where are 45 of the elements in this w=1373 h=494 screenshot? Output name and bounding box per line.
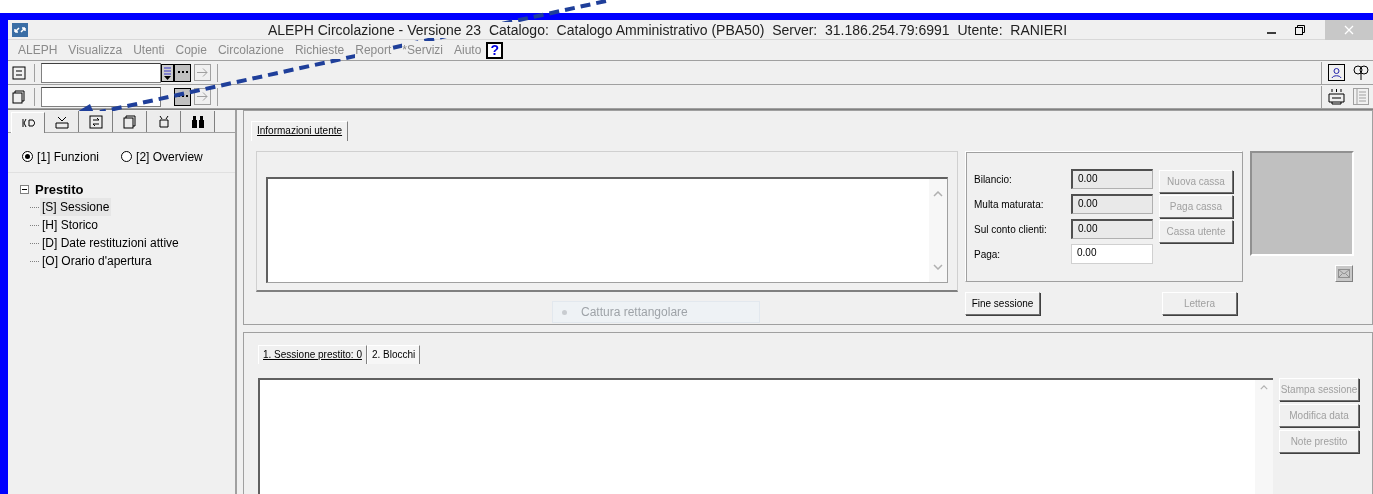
- user-card-icon[interactable]: [1328, 64, 1345, 81]
- printer-icon[interactable]: [1328, 88, 1345, 105]
- panel-tab[interactable]: 1. Sessione prestito: 0: [258, 345, 367, 364]
- tree-item[interactable]: [O] Orario d'apertura: [40, 252, 154, 270]
- search-field[interactable]: [41, 62, 161, 83]
- amount-field: 0.00: [1071, 194, 1153, 214]
- help-button[interactable]: ?: [486, 41, 504, 59]
- search-field[interactable]: [41, 86, 161, 107]
- field-label: Sul conto clienti:: [974, 222, 1048, 237]
- binoculars-icon: [190, 114, 205, 129]
- radio-button[interactable]: [22, 151, 33, 162]
- envelope-icon: [1338, 269, 1350, 278]
- close-button[interactable]: [1325, 19, 1373, 40]
- tree-item[interactable]: Prestito: [35, 179, 84, 200]
- amount-field[interactable]: 0.00: [1071, 244, 1153, 264]
- arrows-icon: [21, 116, 35, 130]
- expander-icon[interactable]: [20, 185, 29, 194]
- field-label: Multa maturata:: [974, 197, 1045, 212]
- browse-button[interactable]: [174, 63, 191, 82]
- panel-tab[interactable]: Informazioni utente: [251, 121, 349, 141]
- amount-field: 0.00: [1071, 219, 1153, 239]
- ellipsis-icon: [177, 71, 188, 74]
- radio-label: [2] Overview: [136, 148, 203, 166]
- window-title: ALEPH Circolazione - Versione 23 Catalogo: Catalogo Amministrativo (PBA50) Server: 31.186.254.79:6991 Utente: RANIERI: [266, 20, 1069, 40]
- pages-icon: [122, 114, 137, 129]
- tree-item[interactable]: [H] Storico: [40, 216, 100, 234]
- capture-label: Cattura rettangolare: [580, 304, 688, 321]
- tray-icon: [54, 114, 69, 129]
- email-button[interactable]: [1335, 265, 1353, 282]
- radio-button[interactable]: [121, 151, 133, 162]
- tree-icon[interactable]: [1353, 64, 1369, 81]
- app-icon: [12, 22, 28, 37]
- amount-field: 0.00: [1071, 169, 1153, 189]
- side-tab[interactable]: [181, 111, 215, 132]
- field-label: Bilancio:: [974, 172, 1013, 187]
- tree-item[interactable]: [S] Sessione: [40, 198, 112, 216]
- restore-icon[interactable]: [1295, 24, 1305, 35]
- pages-icon[interactable]: [12, 89, 26, 104]
- radio-label: [1] Funzioni: [37, 148, 100, 166]
- action-button[interactable]: Fine sessione: [965, 292, 1040, 315]
- tree-item[interactable]: [D] Date restituzioni attive: [40, 234, 181, 252]
- list-icon[interactable]: [161, 63, 174, 82]
- panel-tab[interactable]: 2. Blocchi: [366, 345, 421, 364]
- close-icon: [1344, 24, 1354, 35]
- field-label: Paga:: [974, 247, 1002, 262]
